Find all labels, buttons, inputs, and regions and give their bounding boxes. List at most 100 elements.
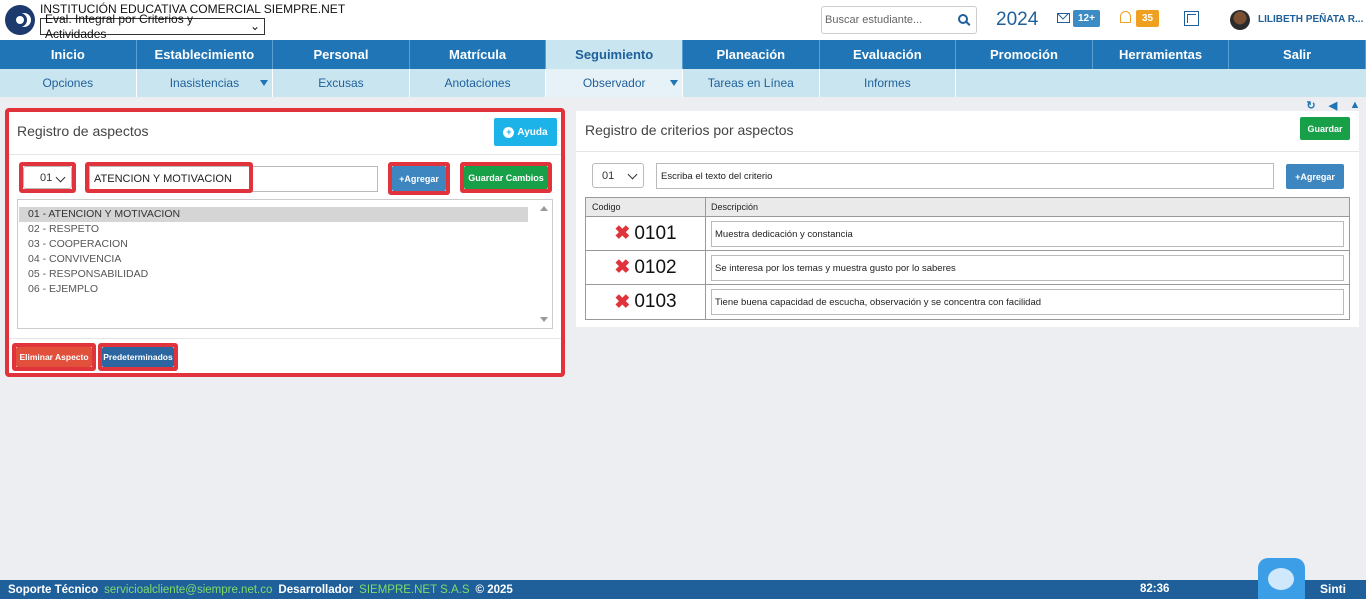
subnav-anotaciones[interactable]: Anotaciones: [410, 69, 547, 97]
description-input[interactable]: Muestra dedicación y constancia: [711, 221, 1344, 247]
subnav-label: Tareas en Línea: [707, 76, 794, 90]
nav-matricula[interactable]: Matrícula: [410, 40, 547, 69]
top-header: INSTITUCIÓN EDUCATIVA COMERCIAL SIEMPRE.…: [0, 0, 1366, 41]
module-select-value: Eval. Integral por Criterios y Actividad…: [45, 11, 194, 41]
aspect-code-value: 01: [40, 171, 53, 184]
panel-tools: ↻ ◀ ▲: [1304, 99, 1362, 112]
support-email-link[interactable]: servicioalcliente@siempre.net.co: [104, 584, 272, 596]
help-icon: +: [503, 126, 515, 138]
copyright: © 2025: [475, 583, 513, 596]
nav-evaluacion[interactable]: Evaluación: [820, 40, 957, 69]
subnav-label: Anotaciones: [444, 76, 511, 90]
module-select[interactable]: Eval. Integral por Criterios y Actividad…: [40, 12, 265, 41]
table-row: ✖ 0102 Se interesa por los temas y muest…: [586, 251, 1349, 285]
search-placeholder: Buscar estudiante...: [825, 14, 923, 26]
list-item[interactable]: 02 - RESPETO: [19, 222, 528, 237]
help-button[interactable]: + Ayuda: [494, 118, 557, 146]
header-code: Codigo: [586, 198, 706, 216]
description-input[interactable]: Tiene buena capacidad de escucha, observ…: [711, 289, 1344, 315]
subnav-informes[interactable]: Informes: [820, 69, 957, 97]
institution-logo-icon[interactable]: [5, 5, 35, 35]
aspect-code-select[interactable]: 01: [23, 166, 72, 189]
save-changes-button[interactable]: Guardar Cambios: [464, 166, 548, 189]
chevron-down-icon: [627, 169, 638, 180]
search-icon[interactable]: [958, 14, 968, 24]
school-year[interactable]: 2024: [996, 9, 1038, 31]
caret-down-icon: [669, 80, 678, 86]
user-name[interactable]: LILIBETH PEÑATA R...: [1258, 14, 1363, 25]
delete-icon[interactable]: ✖: [614, 258, 630, 277]
mail-icon[interactable]: [1057, 13, 1070, 23]
list-item[interactable]: 04 - CONVIVENCIA: [19, 252, 528, 267]
student-search-input[interactable]: Buscar estudiante...: [821, 6, 977, 34]
highlight-outline: [85, 162, 253, 193]
delete-icon[interactable]: ✖: [614, 293, 630, 312]
criteria-panel: Registro de criterios por aspectos Guard…: [576, 111, 1359, 327]
nav-seguimiento[interactable]: Seguimiento: [546, 40, 683, 69]
subnav-excusas[interactable]: Excusas: [273, 69, 410, 97]
main-nav: Inicio Establecimiento Personal Matrícul…: [0, 40, 1366, 69]
footer: Soporte Técnico servicioalcliente@siempr…: [0, 580, 1366, 599]
aspects-panel: Registro de aspectos + Ayuda 01 ATENCION…: [5, 108, 565, 377]
developer-label: Desarrollador: [278, 583, 354, 596]
subnav-tareas[interactable]: Tareas en Línea: [683, 69, 820, 97]
cube-icon[interactable]: [1184, 11, 1199, 26]
description-value: Muestra dedicación y constancia: [715, 228, 853, 240]
nav-herramientas[interactable]: Herramientas: [1093, 40, 1230, 69]
list-item[interactable]: 06 - EJEMPLO: [19, 282, 528, 297]
nav-inicio[interactable]: Inicio: [0, 40, 137, 69]
add-criterion-button[interactable]: + Agregar: [1286, 164, 1344, 189]
list-item[interactable]: 05 - RESPONSABILIDAD: [19, 267, 528, 282]
delete-icon[interactable]: ✖: [614, 224, 630, 243]
aspects-panel-title: Registro de aspectos: [17, 123, 149, 139]
chevron-down-icon: [55, 172, 66, 183]
sub-nav: Opciones Inasistencias Excusas Anotacion…: [0, 69, 1366, 97]
row-code-cell: ✖ 0102: [586, 251, 706, 284]
subnav-label: Inasistencias: [169, 76, 240, 90]
back-icon[interactable]: ◀: [1326, 99, 1340, 112]
nav-salir[interactable]: Salir: [1229, 40, 1366, 69]
criteria-table: Codigo Descripción ✖ 0101 Muestra dedica…: [585, 197, 1350, 320]
description-input[interactable]: Se interesa por los temas y muestra gust…: [711, 255, 1344, 281]
defaults-button[interactable]: Predeterminados: [102, 347, 174, 367]
notifications-badge[interactable]: 35: [1136, 10, 1160, 27]
row-description-cell: Se interesa por los temas y muestra gust…: [706, 251, 1349, 284]
criterion-text-input[interactable]: Escriba el texto del criterio: [656, 163, 1274, 189]
criterion-placeholder: Escriba el texto del criterio: [661, 170, 773, 182]
subnav-inasistencias[interactable]: Inasistencias: [137, 69, 274, 97]
row-code: 0102: [634, 256, 677, 278]
list-item[interactable]: 03 - COOPERACION: [19, 237, 528, 252]
subnav-observador[interactable]: Observador: [546, 69, 683, 97]
scroll-down-icon[interactable]: [540, 317, 548, 322]
nav-establecimiento[interactable]: Establecimiento: [137, 40, 274, 69]
developer-name[interactable]: SIEMPRE.NET S.A.S: [359, 584, 469, 596]
chevron-down-icon: ⌄: [249, 19, 260, 33]
save-button[interactable]: Guardar: [1300, 117, 1350, 140]
add-aspect-button[interactable]: + Agregar: [392, 166, 446, 191]
arrow-up-icon[interactable]: ▲: [1348, 99, 1362, 111]
row-code-cell: ✖ 0103: [586, 285, 706, 319]
chat-icon[interactable]: [1258, 558, 1305, 599]
divider: [576, 151, 1359, 152]
subnav-opciones[interactable]: Opciones: [0, 69, 137, 97]
nav-personal[interactable]: Personal: [273, 40, 410, 69]
delete-aspect-button[interactable]: Eliminar Aspecto: [16, 347, 92, 367]
subnav-label: Opciones: [42, 76, 94, 90]
table-row: ✖ 0103 Tiene buena capacidad de escucha,…: [586, 285, 1349, 319]
description-value: Tiene buena capacidad de escucha, observ…: [715, 296, 1042, 308]
list-item[interactable]: 01 - ATENCION Y MOTIVACION: [19, 207, 528, 222]
nav-planeacion[interactable]: Planeación: [683, 40, 820, 69]
avatar[interactable]: [1230, 10, 1250, 30]
subnav-label: Observador: [582, 76, 646, 90]
nav-promocion[interactable]: Promoción: [956, 40, 1093, 69]
support-label: Soporte Técnico: [8, 583, 99, 596]
messages-badge[interactable]: 12+: [1073, 10, 1100, 27]
add-aspect-label: Agregar: [404, 173, 439, 184]
aspects-list[interactable]: 01 - ATENCION Y MOTIVACION 02 - RESPETO …: [17, 199, 553, 329]
scroll-up-icon[interactable]: [540, 206, 548, 211]
refresh-icon[interactable]: ↻: [1304, 99, 1318, 112]
header-description: Descripción: [711, 202, 759, 212]
bell-icon[interactable]: [1120, 11, 1131, 23]
row-description-cell: Tiene buena capacidad de escucha, observ…: [706, 285, 1349, 319]
criterion-code-select[interactable]: 01: [592, 163, 644, 188]
